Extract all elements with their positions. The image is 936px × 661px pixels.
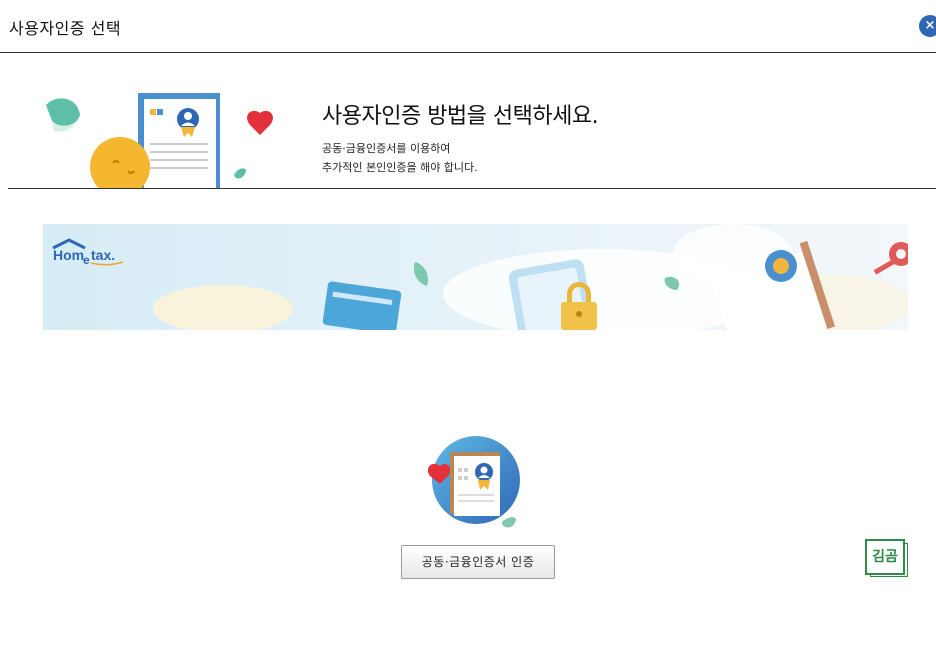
hometax-logo: Hom e tax. — [51, 236, 131, 270]
leaf-icon — [46, 98, 80, 126]
certificate-auth-button[interactable]: 공동·금융인증서 인증 — [401, 545, 555, 579]
hero-description-line: 추가적인 본인인증을 해야 합니다. — [322, 161, 478, 174]
hero-description-line: 공동·금융인증서를 이용하여 — [322, 142, 451, 155]
hometax-logo-icon: Hom e tax. — [52, 238, 124, 267]
hero-title: 사용자인증 방법을 선택하세요. — [322, 104, 599, 129]
close-button[interactable]: × — [919, 15, 936, 37]
hero-illustration — [46, 93, 273, 188]
kimgom-widget[interactable]: 김곰 — [865, 539, 909, 577]
logo-text-e: e — [83, 253, 90, 266]
hometax-banner: Hom e tax. — [43, 224, 908, 330]
logo-text-post: tax. — [91, 247, 115, 263]
kimgom-label: 김곰 — [865, 539, 905, 575]
hero-description: 공동·금융인증서를 이용하여 추가적인 본인인증을 해야 합니다. — [322, 139, 478, 177]
dialog-titlebar: 사용자인증 선택 × — [0, 0, 936, 53]
logo-text-pre: Hom — [53, 247, 84, 263]
banner-illustration — [43, 224, 908, 330]
dialog-title: 사용자인증 선택 — [9, 19, 122, 38]
heart-icon — [247, 110, 273, 135]
hero-section: 사용자인증 방법을 선택하세요. 공동·금융인증서를 이용하여 추가적인 본인인… — [8, 53, 936, 189]
certificate-auth-icon — [427, 436, 520, 528]
